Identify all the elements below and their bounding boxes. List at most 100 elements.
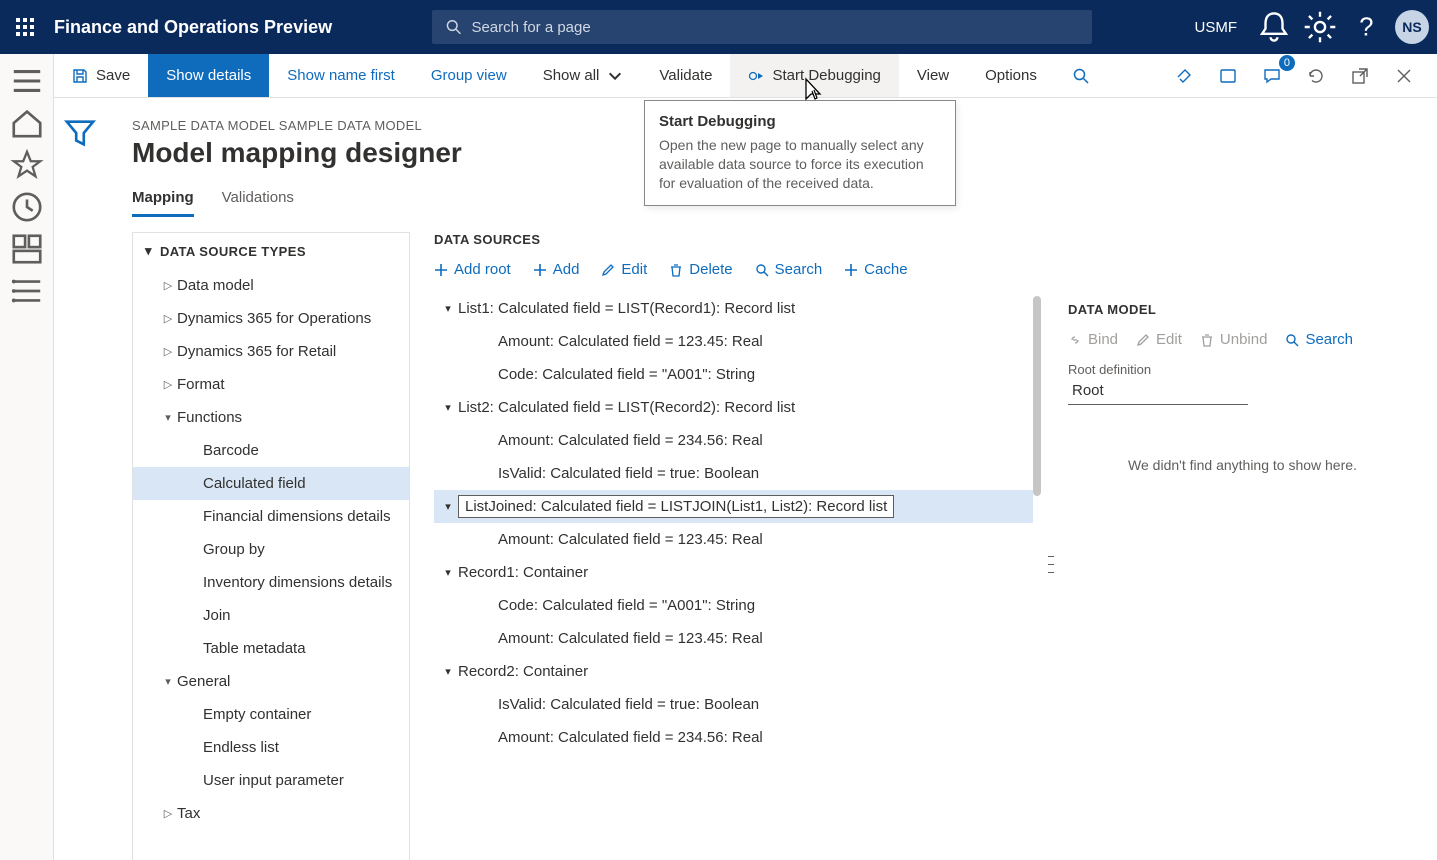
dst-item[interactable]: Table metadata — [133, 632, 409, 665]
caret-down-icon[interactable] — [438, 566, 458, 579]
dst-item[interactable]: Group by — [133, 533, 409, 566]
dst-item[interactable]: Financial dimensions details — [133, 500, 409, 533]
data-sources-title: DATA SOURCES — [434, 232, 1033, 247]
ds-item[interactable]: Code: Calculated field = "A001": String — [434, 589, 1033, 622]
notifications-icon[interactable] — [1257, 10, 1291, 44]
caret-right-icon[interactable] — [159, 312, 177, 325]
dst-item[interactable]: Barcode — [133, 434, 409, 467]
ds-item[interactable]: Record1: Container — [434, 556, 1033, 589]
caret-down-icon[interactable] — [159, 411, 177, 424]
cache-button[interactable]: Cache — [844, 261, 907, 278]
caret-down-icon[interactable] — [438, 302, 458, 315]
dst-item[interactable]: Join — [133, 599, 409, 632]
delete-button[interactable]: Delete — [669, 261, 732, 278]
ds-item[interactable]: ListJoined: Calculated field = LISTJOIN(… — [434, 490, 1033, 523]
ds-item[interactable]: List1: Calculated field = LIST(Record1):… — [434, 292, 1033, 325]
root-definition-value[interactable]: Root — [1068, 377, 1248, 405]
edit-button[interactable]: Edit — [1136, 331, 1182, 348]
dst-item[interactable]: Inventory dimensions details — [133, 566, 409, 599]
open-new-window-icon[interactable] — [1343, 59, 1377, 93]
svg-text:?: ? — [1359, 14, 1373, 42]
caret-down-icon[interactable] — [438, 665, 458, 678]
caret-down-icon[interactable] — [438, 401, 458, 414]
view-menu[interactable]: View — [899, 54, 967, 97]
global-search[interactable] — [432, 10, 1092, 44]
add-button[interactable]: Add — [533, 261, 580, 278]
filter-icon[interactable] — [63, 116, 97, 150]
dst-item[interactable]: Dynamics 365 for Retail — [133, 335, 409, 368]
start-debugging-button[interactable]: Start Debugging — [730, 54, 898, 97]
ds-item[interactable]: Amount: Calculated field = 123.45: Real — [434, 325, 1033, 358]
search-button[interactable]: Search — [755, 261, 823, 278]
dst-item[interactable]: Empty container — [133, 698, 409, 731]
dst-item[interactable]: Dynamics 365 for Operations — [133, 302, 409, 335]
app-launcher-icon[interactable] — [8, 10, 42, 44]
messages-icon[interactable]: 0 — [1255, 59, 1289, 93]
global-search-input[interactable] — [471, 19, 1078, 36]
dst-item[interactable]: Functions — [133, 401, 409, 434]
home-icon[interactable] — [10, 106, 44, 140]
help-icon[interactable]: ? — [1349, 10, 1383, 44]
tab-validations[interactable]: Validations — [222, 189, 294, 217]
attach-icon[interactable] — [1167, 59, 1201, 93]
modules-icon[interactable] — [10, 274, 44, 308]
caret-right-icon[interactable] — [159, 378, 177, 391]
caret-down-icon[interactable] — [159, 675, 177, 688]
dst-item-label: Tax — [177, 805, 200, 822]
show-name-first-button[interactable]: Show name first — [269, 54, 413, 97]
ds-item[interactable]: Amount: Calculated field = 234.56: Real — [434, 424, 1033, 457]
ds-item-label: Amount: Calculated field = 123.45: Real — [498, 531, 763, 548]
add-root-button[interactable]: Add root — [434, 261, 511, 278]
unbind-button[interactable]: Unbind — [1200, 331, 1268, 348]
dst-item[interactable]: Endless list — [133, 731, 409, 764]
workspaces-icon[interactable] — [10, 232, 44, 266]
caret-down-icon[interactable] — [145, 243, 152, 259]
dst-item[interactable]: User input parameter — [133, 764, 409, 797]
search-button[interactable]: Search — [1285, 331, 1353, 348]
group-view-button[interactable]: Group view — [413, 54, 525, 97]
caret-right-icon[interactable] — [159, 279, 177, 292]
company-picker[interactable]: USMF — [1187, 13, 1246, 42]
ds-item[interactable]: Amount: Calculated field = 123.45: Real — [434, 622, 1033, 655]
dst-item[interactable]: Format — [133, 368, 409, 401]
caret-right-icon[interactable] — [159, 345, 177, 358]
bind-button[interactable]: Bind — [1068, 331, 1118, 348]
show-all-dropdown[interactable]: Show all — [525, 54, 642, 97]
ds-item[interactable]: IsValid: Calculated field = true: Boolea… — [434, 688, 1033, 721]
ds-item[interactable]: List2: Calculated field = LIST(Record2):… — [434, 391, 1033, 424]
caret-right-icon[interactable] — [159, 807, 177, 820]
dst-item[interactable]: Data model — [133, 269, 409, 302]
dst-item-label: Calculated field — [203, 475, 306, 492]
validate-button[interactable]: Validate — [641, 54, 730, 97]
user-avatar[interactable]: NS — [1395, 10, 1429, 44]
scrollbar[interactable] — [1033, 296, 1041, 496]
ds-item[interactable]: Amount: Calculated field = 234.56: Real — [434, 721, 1033, 754]
dst-item[interactable]: Calculated field — [133, 467, 409, 500]
dst-item[interactable]: Tax — [133, 797, 409, 830]
ds-item[interactable]: Record2: Container — [434, 655, 1033, 688]
caret-down-icon[interactable] — [438, 500, 458, 513]
dst-item[interactable]: General — [133, 665, 409, 698]
refresh-icon[interactable] — [1299, 59, 1333, 93]
recent-icon[interactable] — [10, 190, 44, 224]
tab-mapping[interactable]: Mapping — [132, 189, 194, 217]
ds-item[interactable]: Code: Calculated field = "A001": String — [434, 358, 1033, 391]
ds-item[interactable]: IsValid: Calculated field = true: Boolea… — [434, 457, 1033, 490]
ds-item-label: Record2: Container — [458, 663, 588, 680]
page-search-button[interactable] — [1055, 54, 1107, 97]
dst-item-label: Data model — [177, 277, 254, 294]
trash-icon — [669, 263, 683, 277]
settings-icon[interactable] — [1303, 10, 1337, 44]
save-button[interactable]: Save — [54, 54, 148, 97]
ds-item[interactable]: Amount: Calculated field = 123.45: Real — [434, 523, 1033, 556]
hamburger-icon[interactable] — [10, 64, 44, 98]
splitter-handle[interactable] — [1048, 552, 1054, 576]
options-menu[interactable]: Options — [967, 54, 1055, 97]
plus-icon — [434, 263, 448, 277]
office-icon[interactable] — [1211, 59, 1245, 93]
save-icon — [72, 68, 88, 84]
close-icon[interactable] — [1387, 59, 1421, 93]
edit-button[interactable]: Edit — [601, 261, 647, 278]
show-details-button[interactable]: Show details — [148, 54, 269, 97]
favorites-icon[interactable] — [10, 148, 44, 182]
